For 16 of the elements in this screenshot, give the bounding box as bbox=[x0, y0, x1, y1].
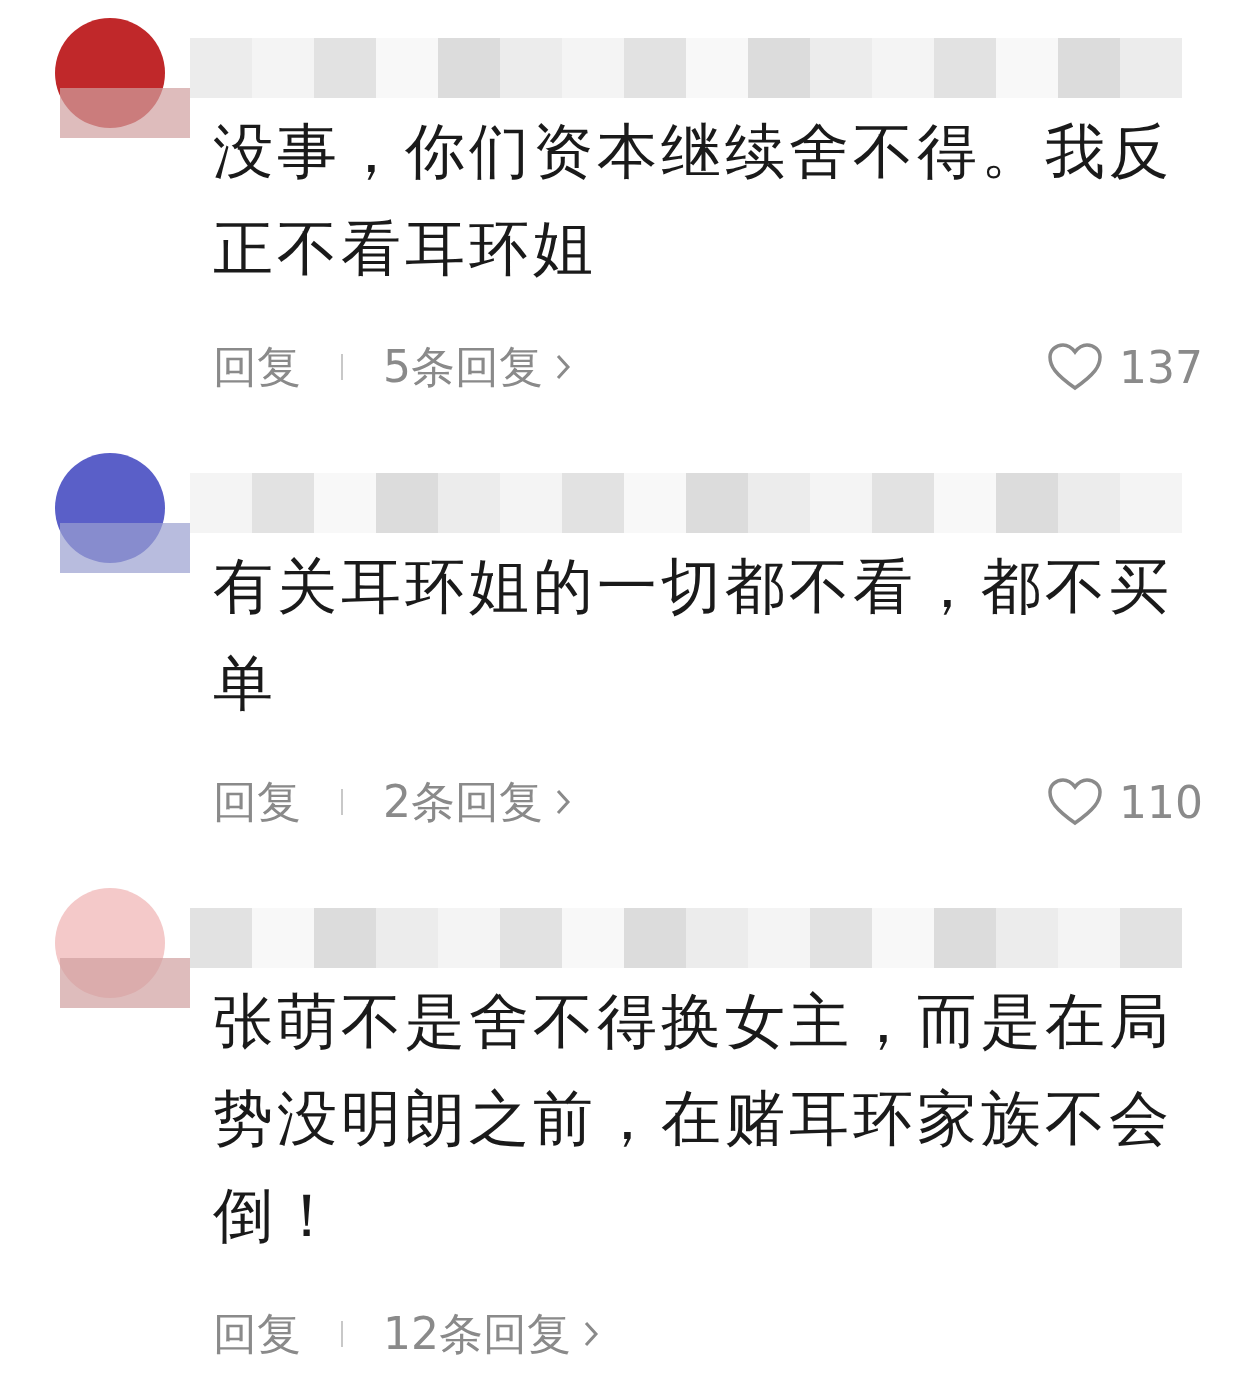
comment-text: 有关耳环姐的一切都不看，都不买单 bbox=[213, 550, 1174, 720]
view-replies-link[interactable]: 5条回复 bbox=[383, 337, 571, 397]
heart-icon bbox=[1047, 777, 1103, 827]
comment-text: 张萌不是舍不得换女主，而是在局势没明朗之前，在赌耳环家族不会倒！ bbox=[213, 985, 1174, 1252]
heart-icon bbox=[1047, 342, 1103, 392]
reply-button[interactable]: 回复 bbox=[213, 772, 301, 832]
chevron-icon bbox=[583, 1320, 599, 1348]
like-button[interactable]: 110 bbox=[1047, 776, 1203, 828]
view-replies-link[interactable]: 12条回复 bbox=[383, 1304, 599, 1364]
reply-button[interactable]: 回复 bbox=[213, 1304, 301, 1364]
chevron-icon bbox=[555, 788, 571, 816]
reply-button[interactable]: 回复 bbox=[213, 337, 301, 397]
chevron-icon bbox=[555, 353, 571, 381]
view-replies-link[interactable]: 2条回复 bbox=[383, 772, 571, 832]
like-button[interactable]: 137 bbox=[1047, 341, 1203, 393]
comment-text: 没事，你们资本继续舍不得。我反正不看耳环姐 bbox=[213, 115, 1174, 285]
